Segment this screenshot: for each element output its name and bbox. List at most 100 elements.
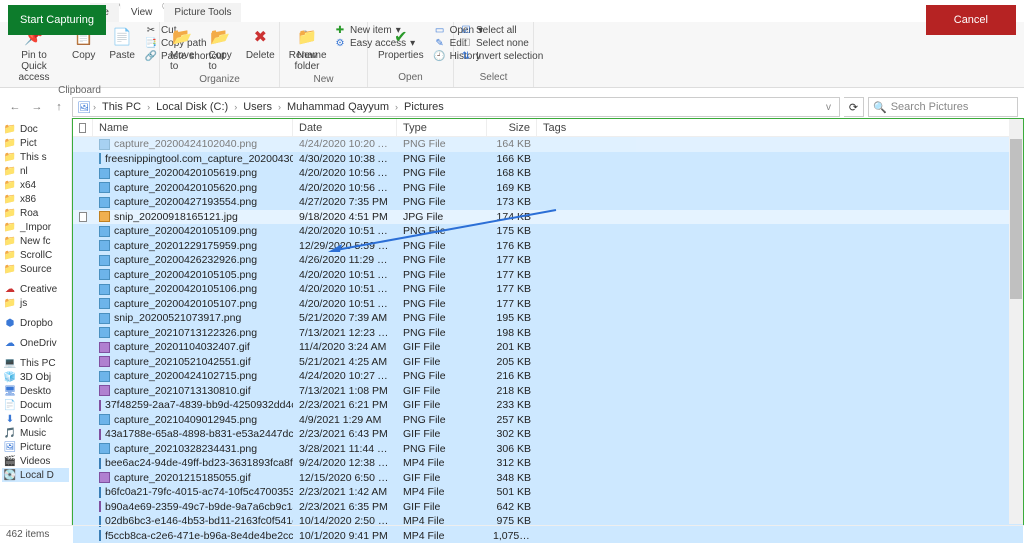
file-row[interactable]: capture_20200420105107.png4/20/2020 10:5… — [73, 297, 1023, 312]
back-button[interactable]: ← — [6, 98, 24, 116]
properties-button[interactable]: ✔Properties — [374, 24, 428, 63]
file-row[interactable]: 37f48259-2aa7-4839-bb9d-4250932dd4ca.gif… — [73, 398, 1023, 413]
file-row[interactable]: capture_20200424102715.png4/24/2020 10:2… — [73, 369, 1023, 384]
chevron-down-icon[interactable]: v — [822, 102, 835, 113]
header-tags[interactable]: Tags — [537, 119, 1023, 136]
sidebar-item[interactable]: 💻This PC — [2, 356, 69, 370]
sidebar-item[interactable]: 🎵Music — [2, 426, 69, 440]
search-input[interactable]: 🔍 Search Pictures — [868, 97, 1018, 117]
file-row[interactable]: capture_20200426232926.png4/26/2020 11:2… — [73, 253, 1023, 268]
file-row[interactable]: capture_20201215185055.gif12/15/2020 6:5… — [73, 471, 1023, 486]
sidebar-item[interactable]: 🧊3D Obj — [2, 370, 69, 384]
file-row[interactable]: b90a4e69-2359-49c7-b9de-9a7a6cb9c1a0.gif… — [73, 500, 1023, 515]
file-row[interactable]: capture_20210713122326.png7/13/2021 12:2… — [73, 326, 1023, 341]
file-row[interactable]: snip_20200918165121.jpg9/18/2020 4:51 PM… — [73, 210, 1023, 225]
file-row[interactable]: capture_20210713130810.gif7/13/2021 1:08… — [73, 384, 1023, 399]
row-checkbox[interactable] — [79, 212, 87, 222]
cancel-button[interactable]: Cancel — [926, 5, 1016, 35]
file-size: 164 KB — [487, 138, 537, 150]
file-row[interactable]: capture_20200420105106.png4/20/2020 10:5… — [73, 282, 1023, 297]
file-row[interactable]: capture_20200420105109.png4/20/2020 10:5… — [73, 224, 1023, 239]
tab-view[interactable]: View — [121, 3, 163, 22]
move-to-button[interactable]: 📂Move to — [166, 24, 198, 74]
sidebar-label: This PC — [20, 358, 56, 369]
file-row[interactable]: capture_20200420105620.png4/20/2020 10:5… — [73, 181, 1023, 196]
sidebar-item[interactable]: ☁OneDriv — [2, 336, 69, 350]
breadcrumb[interactable]: 🖼 › This PC› Local Disk (C:)› Users› Muh… — [72, 97, 840, 117]
file-row[interactable]: bee6ac24-94de-49ff-bd23-3631893fca8f.mp4… — [73, 456, 1023, 471]
file-row[interactable]: capture_20201229175959.png12/29/2020 5:5… — [73, 239, 1023, 254]
sidebar-item[interactable]: 💽Local D — [2, 468, 69, 482]
delete-icon: ✖ — [249, 26, 271, 48]
sidebar-item[interactable]: ☁Creative — [2, 282, 69, 296]
file-date: 4/20/2020 10:56 AM — [293, 182, 397, 194]
file-row[interactable]: capture_20201104032407.gif11/4/2020 3:24… — [73, 340, 1023, 355]
file-row[interactable]: snip_20200521073917.png5/21/2020 7:39 AM… — [73, 311, 1023, 326]
sidebar-item[interactable]: 📁ScrollC — [2, 248, 69, 262]
breadcrumb-seg[interactable]: Muhammad Qayyum — [283, 101, 393, 113]
file-list[interactable]: capture_20200424102040.png4/24/2020 10:2… — [73, 137, 1023, 543]
delete-button[interactable]: ✖Delete — [242, 24, 279, 63]
sidebar-item[interactable]: 📁Pict — [2, 136, 69, 150]
sidebar-item[interactable]: 📁Doc — [2, 122, 69, 136]
sidebar-item[interactable]: 📁x86 — [2, 192, 69, 206]
header-date[interactable]: Date — [293, 119, 397, 136]
sidebar-item[interactable]: 🖥Deskto — [2, 384, 69, 398]
select-none-button[interactable]: ☐Select none — [460, 37, 543, 49]
sidebar-item[interactable]: 🖼Picture — [2, 440, 69, 454]
paste-button[interactable]: 📄Paste — [105, 24, 139, 63]
sidebar-item[interactable]: 📁x64 — [2, 178, 69, 192]
select-all-button[interactable]: ☑Select all — [460, 24, 543, 36]
file-size: 195 KB — [487, 312, 537, 324]
vertical-scrollbar[interactable] — [1009, 119, 1023, 524]
scroll-thumb[interactable] — [1010, 139, 1022, 299]
forward-button[interactable]: → — [28, 98, 46, 116]
invert-selection-button[interactable]: ⇅Invert selection — [460, 50, 543, 62]
navigation-pane[interactable]: 📁Doc📁Pict📁This s📁nl📁x64📁x86📁Roa📁_Impor📁N… — [0, 118, 72, 525]
column-headers: Name Date Type Size Tags — [73, 119, 1023, 137]
sidebar-item[interactable]: 📁nl — [2, 164, 69, 178]
file-row[interactable]: capture_20210409012945.png4/9/2021 1:29 … — [73, 413, 1023, 428]
file-date: 4/20/2020 10:56 AM — [293, 167, 397, 179]
file-row[interactable]: capture_20200420105619.png4/20/2020 10:5… — [73, 166, 1023, 181]
tab-picture-tools[interactable]: Picture Tools — [164, 3, 241, 22]
sidebar-item[interactable]: ⬢Dropbo — [2, 316, 69, 330]
file-row[interactable]: capture_20200427193554.png4/27/2020 7:35… — [73, 195, 1023, 210]
breadcrumb-seg[interactable]: Users — [239, 101, 276, 113]
file-row[interactable]: capture_20210521042551.gif5/21/2021 4:25… — [73, 355, 1023, 370]
breadcrumb-seg[interactable]: This PC — [98, 101, 145, 113]
sidebar-item[interactable]: 📄Docum — [2, 398, 69, 412]
file-row[interactable]: 43a1788e-65a8-4898-b831-e53a2447dcdf.gif… — [73, 427, 1023, 442]
file-row[interactable]: capture_20200424102040.png4/24/2020 10:2… — [73, 137, 1023, 152]
sidebar-item[interactable]: 🎬Videos — [2, 454, 69, 468]
file-row[interactable]: b6fc0a21-79fc-4015-ac74-10f5c4700353.mp4… — [73, 485, 1023, 500]
folder-icon: 📁 — [4, 193, 16, 205]
sidebar-label: Downlc — [20, 414, 53, 425]
sidebar-item[interactable]: 📁Roa — [2, 206, 69, 220]
start-capturing-button[interactable]: Start Capturing — [8, 5, 106, 35]
sidebar-item[interactable]: ⬇Downlc — [2, 412, 69, 426]
file-icon — [99, 356, 110, 367]
breadcrumb-seg[interactable]: Pictures — [400, 101, 448, 113]
copy-to-button[interactable]: 📂Copy to — [204, 24, 235, 74]
header-name[interactable]: Name — [93, 119, 293, 136]
refresh-button[interactable]: ⟳ — [844, 97, 864, 117]
sidebar-label: Deskto — [20, 386, 51, 397]
file-row[interactable]: capture_20210328234431.png3/28/2021 11:4… — [73, 442, 1023, 457]
sidebar-item[interactable]: 📁js — [2, 296, 69, 310]
header-type[interactable]: Type — [397, 119, 487, 136]
file-row[interactable]: capture_20200420105105.png4/20/2020 10:5… — [73, 268, 1023, 283]
new-folder-button[interactable]: 📁New folder — [286, 24, 328, 74]
up-button[interactable]: ↑ — [50, 98, 68, 116]
file-size: 169 KB — [487, 182, 537, 194]
file-row[interactable]: freesnippingtool.com_capture_20200430103… — [73, 152, 1023, 167]
breadcrumb-seg[interactable]: Local Disk (C:) — [152, 101, 232, 113]
file-icon — [99, 313, 110, 324]
header-checkbox[interactable] — [73, 119, 93, 136]
sidebar-item[interactable]: 📁This s — [2, 150, 69, 164]
sidebar-item[interactable]: 📁_Impor — [2, 220, 69, 234]
sidebar-item[interactable]: 📁Source — [2, 262, 69, 276]
header-size[interactable]: Size — [487, 119, 537, 136]
file-type: PNG File — [397, 327, 487, 339]
sidebar-item[interactable]: 📁New fc — [2, 234, 69, 248]
